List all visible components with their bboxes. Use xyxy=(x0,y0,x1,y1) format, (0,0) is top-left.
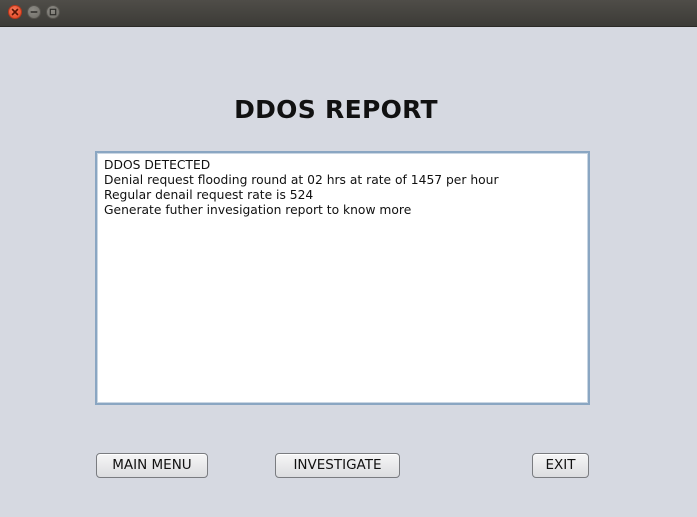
report-line: Denial request flooding round at 02 hrs … xyxy=(104,173,499,187)
close-window-button[interactable] xyxy=(8,5,22,19)
exit-button[interactable]: EXIT xyxy=(532,453,589,478)
investigate-button[interactable]: INVESTIGATE xyxy=(275,453,400,478)
window-titlebar xyxy=(0,0,697,27)
report-line: Regular denail request rate is 524 xyxy=(104,188,314,202)
minimize-icon xyxy=(30,11,38,13)
minimize-window-button[interactable] xyxy=(27,5,41,19)
report-line: Generate futher invesigation report to k… xyxy=(104,203,412,217)
report-text-area[interactable]: DDOS DETECTED Denial request flooding ro… xyxy=(95,151,590,405)
close-icon xyxy=(11,8,19,16)
maximize-icon xyxy=(49,8,57,16)
report-line: DDOS DETECTED xyxy=(104,158,211,172)
main-menu-button[interactable]: MAIN MENU xyxy=(96,453,208,478)
maximize-window-button[interactable] xyxy=(46,5,60,19)
page-title: DDOS REPORT xyxy=(234,95,438,124)
main-panel: DDOS REPORT DDOS DETECTED Denial request… xyxy=(0,27,697,517)
